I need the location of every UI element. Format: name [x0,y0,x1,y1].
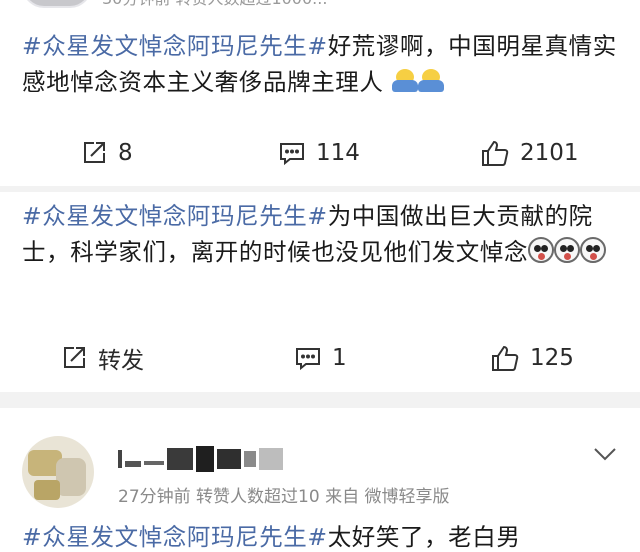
shocked-emoji [580,237,607,263]
repost-button[interactable]: 转发 [60,341,144,375]
post-body: #众星发文悼念阿玛尼先生#为中国做出巨大贡献的院士，科学家们，离开的时候也没见他… [22,198,622,270]
post-text: 太好笑了，老白男 [327,523,521,551]
comment-icon [278,139,306,167]
post-meta: 30分钟前 转赞人数超过1000... [102,0,327,9]
share-icon [80,139,108,167]
shrug-emoji [391,67,418,93]
avatar[interactable] [22,0,92,8]
shocked-emoji [554,237,581,263]
post-card: 27分钟前 转赞人数超过10 来自 微博轻享版 #众星发文悼念阿玛尼先生#太好笑… [0,408,640,552]
comment-count: 114 [316,140,360,166]
hashtag-link[interactable]: #众星发文悼念阿玛尼先生# [22,202,328,230]
shrug-emoji [417,67,444,93]
post-body: #众星发文悼念阿玛尼先生#太好笑了，老白男 [22,519,622,552]
comment-icon [294,344,322,372]
repost-label: 转发 [98,348,144,374]
like-count: 125 [530,345,574,371]
like-icon [490,343,520,373]
chevron-down-icon[interactable] [592,446,618,466]
post-card: #众星发文悼念阿玛尼先生#为中国做出巨大贡献的院士，科学家们，离开的时候也没见他… [0,192,640,392]
action-bar: 转发 1 125 [0,338,640,378]
avatar[interactable] [22,436,94,508]
shocked-emoji [528,237,555,263]
repost-count: 8 [118,140,133,166]
repost-button[interactable]: 8 [80,139,133,167]
action-bar: 8 114 2101 [0,133,640,173]
like-count: 2101 [520,140,579,166]
hashtag-link[interactable]: #众星发文悼念阿玛尼先生# [22,523,328,551]
comment-button[interactable]: 1 [294,344,347,372]
like-button[interactable]: 2101 [480,138,579,168]
hashtag-link[interactable]: #众星发文悼念阿玛尼先生# [22,32,328,60]
like-button[interactable]: 125 [490,343,574,373]
share-icon [60,344,88,372]
post-meta: 27分钟前 转赞人数超过10 来自 微博轻享版 [118,487,450,507]
username-redacted[interactable] [118,442,318,476]
post-header: 30分钟前 转赞人数超过1000... [22,0,327,8]
post-card: 30分钟前 转赞人数超过1000... #众星发文悼念阿玛尼先生#好荒谬啊，中国… [0,0,640,186]
comment-count: 1 [332,345,347,371]
comment-button[interactable]: 114 [278,139,360,167]
like-icon [480,138,510,168]
post-body: #众星发文悼念阿玛尼先生#好荒谬啊，中国明星真情实感地悼念资本主义奢侈品牌主理人 [22,28,622,100]
